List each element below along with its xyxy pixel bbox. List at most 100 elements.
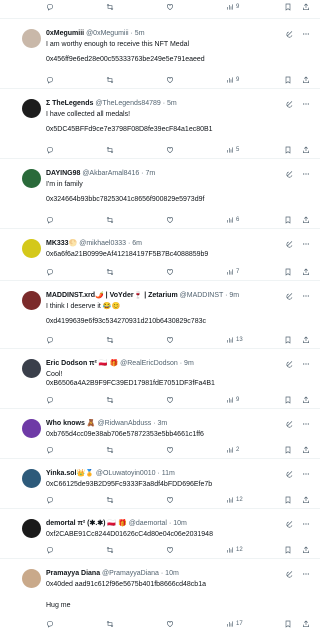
repost-button[interactable] (106, 495, 114, 505)
author-name[interactable]: Pramayya Diana (46, 570, 102, 577)
author-name[interactable]: Yinka.sol👑🏅 (46, 470, 96, 477)
share-button[interactable] (302, 145, 310, 155)
post-time[interactable]: · 6m (128, 240, 142, 247)
like-button[interactable] (166, 545, 174, 555)
repost-button[interactable] (106, 267, 114, 277)
views-button[interactable]: 9 (226, 75, 239, 85)
post-time[interactable]: · 11m (157, 470, 174, 477)
author-handle[interactable]: @AkbarAmal8416 (82, 170, 141, 177)
author-name[interactable]: Eric Dodson π² 🇵🇱 🎁 (46, 360, 120, 367)
post[interactable]: Σ TheLegends @TheLegends84789 · 5m I hav… (0, 88, 320, 158)
views-button[interactable]: 13 (226, 335, 243, 345)
repost-button[interactable] (106, 545, 114, 555)
views-button[interactable]: 5 (226, 145, 239, 155)
repost-button[interactable] (106, 395, 114, 405)
post-time[interactable]: · 10m (169, 520, 187, 527)
author-handle[interactable]: @PramayyaDiana (102, 570, 161, 577)
anime-girl-avatar[interactable] (22, 29, 41, 48)
repost-button[interactable] (106, 145, 114, 155)
author-handle[interactable]: @RealEricDodson (120, 360, 180, 367)
share-button[interactable] (302, 495, 310, 505)
share-button[interactable] (302, 545, 310, 555)
author-name[interactable]: 0xMegumiii (46, 30, 86, 37)
bookmark-button[interactable] (284, 75, 292, 85)
reply-button[interactable] (46, 145, 54, 155)
bookmark-button[interactable] (284, 2, 292, 12)
share-button[interactable] (302, 395, 310, 405)
more-icon[interactable] (302, 100, 310, 108)
green-avatar[interactable] (22, 169, 41, 188)
bookmark-button[interactable] (284, 445, 292, 455)
post[interactable]: Eric Dodson π² 🇵🇱 🎁 @RealEricDodson · 9m… (0, 348, 320, 408)
more-icon[interactable] (302, 470, 310, 478)
grok-icon[interactable] (286, 420, 294, 428)
views-button[interactable]: 12 (226, 495, 243, 505)
author-handle[interactable]: @OLuwatoyin0010 (96, 470, 158, 477)
post-time[interactable]: · 3m (153, 420, 167, 427)
bookmark-button[interactable] (284, 267, 292, 277)
author-handle[interactable]: @0xMegumiii (86, 30, 130, 37)
like-button[interactable] (166, 215, 174, 225)
reply-button[interactable] (46, 445, 54, 455)
like-button[interactable] (166, 267, 174, 277)
bookmark-button[interactable] (284, 335, 292, 345)
more-icon[interactable] (302, 30, 310, 38)
author-handle[interactable]: @TheLegends84789 (95, 100, 162, 107)
post[interactable]: DAYING98 @AkbarAmal8416 · 7m I'm in fami… (0, 158, 320, 228)
like-button[interactable] (166, 619, 174, 629)
more-icon[interactable] (302, 520, 310, 528)
reply-button[interactable] (46, 2, 54, 12)
man-avatar[interactable] (22, 359, 41, 378)
grok-icon[interactable] (286, 100, 294, 108)
grok-icon[interactable] (286, 470, 294, 478)
share-button[interactable] (302, 335, 310, 345)
more-icon[interactable] (302, 292, 310, 300)
repost-button[interactable] (106, 619, 114, 629)
author-handle[interactable]: @mikhael0333 (79, 240, 128, 247)
grok-icon[interactable] (286, 520, 294, 528)
author-name[interactable]: Who knows 🧸 (46, 420, 98, 427)
post[interactable]: Yinka.sol👑🏅 @OLuwatoyin0010 · 11m 0xC661… (0, 458, 320, 508)
reply-button[interactable] (46, 495, 54, 505)
author-handle[interactable]: @MADDINST (180, 292, 225, 299)
post[interactable]: Who knows 🧸 @RidwanAbduss · 3m 0xb765d4c… (0, 408, 320, 458)
like-button[interactable] (166, 145, 174, 155)
author-name[interactable]: Σ TheLegends (46, 100, 95, 107)
reply-button[interactable] (46, 395, 54, 405)
repost-button[interactable] (106, 335, 114, 345)
views-button[interactable]: 2 (226, 445, 239, 455)
black-avatar[interactable] (22, 519, 41, 538)
repost-button[interactable] (106, 2, 114, 12)
reply-button[interactable] (46, 335, 54, 345)
reply-button[interactable] (46, 619, 54, 629)
bookmark-button[interactable] (284, 395, 292, 405)
post[interactable]: 0xMegumiii @0xMegumiii · 5m I am worthy … (0, 18, 320, 88)
share-button[interactable] (302, 619, 310, 629)
more-icon[interactable] (302, 240, 310, 248)
views-button[interactable]: 6 (226, 215, 239, 225)
bookmark-button[interactable] (284, 145, 292, 155)
bookmark-button[interactable] (284, 619, 292, 629)
share-button[interactable] (302, 267, 310, 277)
woman-avatar[interactable] (22, 569, 41, 588)
grok-icon[interactable] (286, 30, 294, 38)
yellow-avatar[interactable] (22, 239, 41, 258)
more-icon[interactable] (302, 570, 310, 578)
share-button[interactable] (302, 75, 310, 85)
bookmark-button[interactable] (284, 215, 292, 225)
views-button[interactable]: 17 (226, 619, 243, 629)
more-icon[interactable] (302, 170, 310, 178)
like-button[interactable] (166, 2, 174, 12)
post-time[interactable]: · 9m (225, 292, 239, 299)
reply-button[interactable] (46, 215, 54, 225)
bookmark-button[interactable] (284, 545, 292, 555)
more-icon[interactable] (302, 420, 310, 428)
share-button[interactable] (302, 2, 310, 12)
author-name[interactable]: MK333🌕 (46, 240, 79, 247)
post[interactable]: MADDINST.xrd🌶️ | VoYder🍷 | Zetarium @MAD… (0, 280, 320, 348)
purple-avatar[interactable] (22, 419, 41, 438)
repost-button[interactable] (106, 215, 114, 225)
blue-avatar[interactable] (22, 469, 41, 488)
share-button[interactable] (302, 215, 310, 225)
repost-button[interactable] (106, 445, 114, 455)
